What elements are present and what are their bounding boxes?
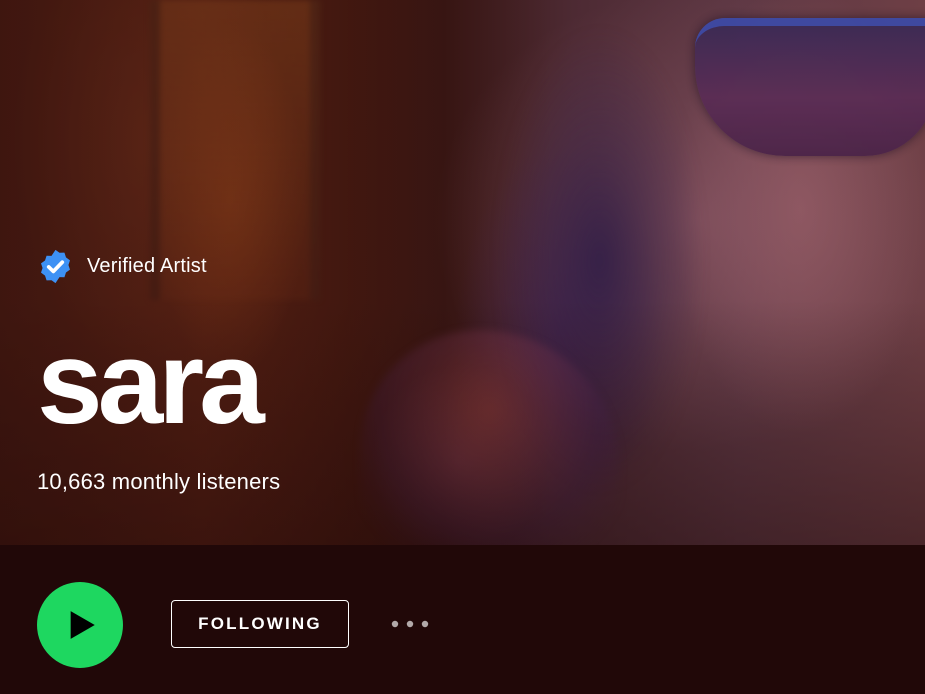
artist-header: Verified Artist sara 10,663 monthly list… [0,0,925,545]
more-options-button[interactable] [384,611,436,637]
artist-page: Verified Artist sara 10,663 monthly list… [0,0,925,694]
verified-artist-label: Verified Artist [87,254,207,277]
artist-name: sara [37,317,265,449]
verified-artist-badge: Verified Artist [37,246,207,286]
following-button[interactable]: FOLLOWING [171,600,349,648]
more-horizontal-icon [391,620,429,628]
monthly-listeners: 10,663 monthly listeners [37,469,281,494]
play-button[interactable] [37,582,123,668]
action-bar: FOLLOWING [0,545,925,694]
play-icon [70,611,95,639]
verified-badge-icon [41,249,70,283]
